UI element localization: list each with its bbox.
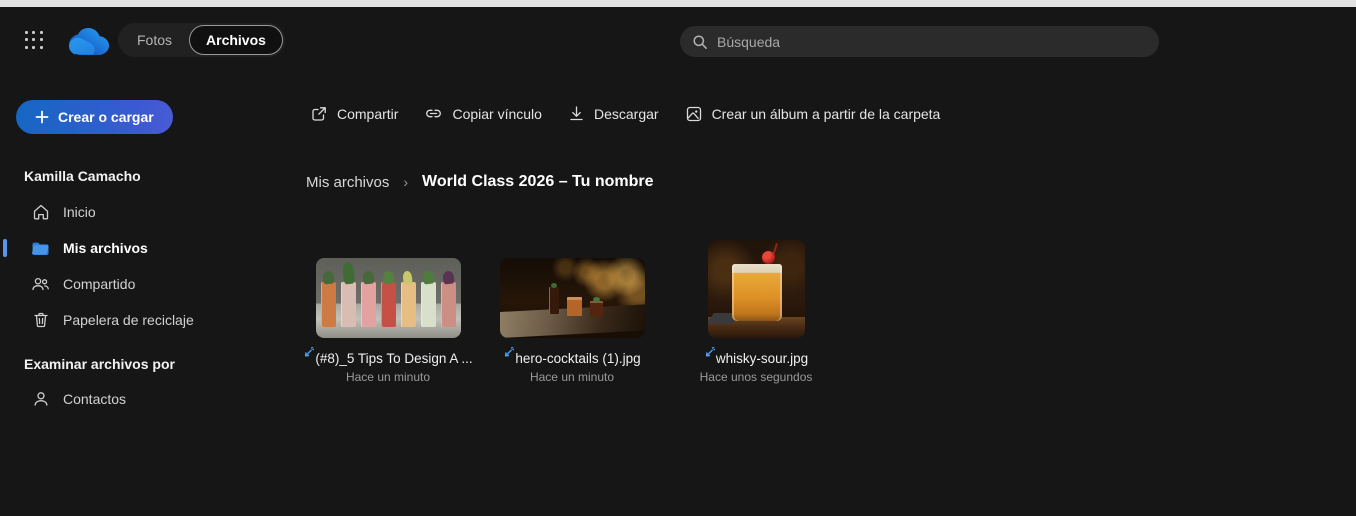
breadcrumb: Mis archivos › World Class 2026 – Tu nom… [306,173,654,191]
copy-link-button[interactable]: Copiar vínculo [424,104,542,123]
tab-fotos[interactable]: Fotos [120,26,189,54]
download-button[interactable]: Descargar [568,105,659,122]
file-timestamp: Hace un minuto [529,370,615,384]
tab-archivos[interactable]: Archivos [189,25,283,55]
create-album-button[interactable]: Crear un álbum a partir de la carpeta [685,105,941,123]
sidebar-nav-secondary: Contactos [0,381,290,417]
file-name-text: hero-cocktails (1).jpg [515,351,641,366]
onedrive-logo-icon[interactable] [62,25,110,59]
file-name[interactable]: (#8)_5 Tips To Design A ... [303,347,473,366]
search-icon [693,34,707,49]
share-icon [312,106,326,121]
sidebar-item-papelera[interactable]: Papelera de reciclaje [0,302,290,338]
create-or-upload-button[interactable]: Crear o cargar [16,100,173,134]
search-bar[interactable] [680,26,1159,57]
file-timestamp: Hace unos segundos [699,370,813,384]
link-icon [426,109,442,118]
home-icon [31,203,50,222]
recently-added-icon [705,347,715,357]
create-button-label: Crear o cargar [58,109,154,125]
browse-files-by-header: Examinar archivos por [24,356,175,372]
sidebar-item-label: Papelera de reciclaje [63,312,194,328]
people-icon [31,275,50,294]
album-icon [686,106,701,121]
plus-icon [35,110,49,124]
file-name-text: whisky-sour.jpg [715,351,809,366]
file-name[interactable]: whisky-sour.jpg [704,347,809,366]
trash-icon [31,311,50,330]
command-toolbar: Compartir Copiar vínculo Descargar Crear… [310,104,940,123]
sidebar-item-label: Compartido [63,276,136,292]
sidebar-item-label: Inicio [63,204,96,220]
sidebar-item-compartido[interactable]: Compartido [0,266,290,302]
sidebar-item-mis-archivos[interactable]: Mis archivos [0,230,290,266]
sidebar-item-contactos[interactable]: Contactos [0,381,290,417]
download-icon [570,106,583,121]
file-grid: (#8)_5 Tips To Design A ... Hace un minu… [303,240,838,384]
file-thumbnail-whisky-sour[interactable] [707,240,805,338]
search-input[interactable] [717,33,1147,50]
user-name: Kamilla Camacho [24,168,141,184]
sidebar-item-label: Mis archivos [63,240,148,256]
sidebar-nav: Inicio Mis archivos Compartido Papelera … [0,194,290,338]
file-name-text: (#8)_5 Tips To Design A ... [315,351,473,366]
toolbar-label: Copiar vínculo [452,105,542,122]
file-tile[interactable]: (#8)_5 Tips To Design A ... Hace un minu… [303,258,473,384]
file-timestamp: Hace un minuto [345,370,431,384]
toolbar-label: Descargar [593,105,659,122]
toolbar-label: Crear un álbum a partir de la carpeta [711,105,941,122]
browser-chrome-strip [0,0,1356,7]
view-toggle: Fotos Archivos [118,23,285,57]
recently-added-icon [505,347,515,357]
app-launcher-icon[interactable] [25,31,44,50]
file-thumbnail-cocktail-lineup[interactable] [315,258,461,338]
breadcrumb-current-folder: World Class 2026 – Tu nombre [422,173,654,190]
file-thumbnail-dark-bar[interactable] [499,258,645,338]
file-name[interactable]: hero-cocktails (1).jpg [503,347,641,366]
file-tile[interactable]: whisky-sour.jpg Hace unos segundos [674,240,838,384]
onedrive-app: Fotos Archivos Crear o cargar Kamilla Ca… [0,0,1356,516]
folder-icon [31,239,50,258]
person-icon [31,390,50,409]
sidebar-item-label: Contactos [63,391,127,407]
recently-added-icon [305,347,315,357]
breadcrumb-mis-archivos[interactable]: Mis archivos [306,174,389,191]
file-tile[interactable]: hero-cocktails (1).jpg Hace un minuto [490,258,654,384]
breadcrumb-separator-icon: › [403,174,409,190]
top-bar: Fotos Archivos [0,7,1356,69]
toolbar-label: Compartir [337,105,399,122]
sidebar-item-inicio[interactable]: Inicio [0,194,290,230]
share-button[interactable]: Compartir [310,105,398,123]
